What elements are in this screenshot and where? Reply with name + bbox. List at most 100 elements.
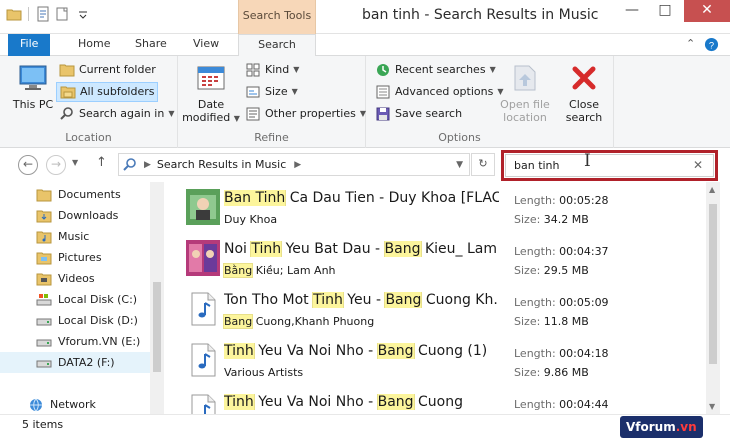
tab-share[interactable]: Share bbox=[121, 34, 181, 56]
tab-view[interactable]: View bbox=[179, 34, 233, 56]
advanced-options-label: Advanced options bbox=[395, 85, 494, 98]
result-row[interactable]: Ban Tinh Ca Dau Tien - Duy Khoa [FLAC Duy… bbox=[176, 182, 706, 233]
this-pc-button[interactable]: This PC bbox=[12, 62, 54, 111]
result-title-text: Cuong bbox=[413, 394, 463, 410]
scrollbar-thumb[interactable] bbox=[153, 282, 161, 372]
result-row[interactable]: Tinh Yeu Va Noi Nho - Bang Cuong (1) Vari… bbox=[176, 335, 706, 386]
recent-searches-button[interactable]: Recent searches ▼ bbox=[372, 60, 499, 80]
customize-qat-icon[interactable] bbox=[75, 6, 91, 22]
chevron-down-icon: ▼ bbox=[489, 65, 496, 74]
properties-icon[interactable] bbox=[35, 6, 51, 22]
location-group-label: Location bbox=[65, 131, 112, 144]
save-search-button[interactable]: Save search bbox=[372, 104, 465, 124]
result-size: Size: 29.5 MB bbox=[514, 264, 589, 277]
search-results-icon bbox=[123, 157, 136, 171]
quick-access-toolbar bbox=[6, 6, 91, 22]
size-button[interactable]: Size ▼ bbox=[242, 82, 301, 102]
open-file-location-button[interactable]: Open file location bbox=[498, 62, 552, 124]
result-artist: Bằng Kiều; Lam Anh bbox=[222, 263, 336, 278]
result-title-text: Yeu Bat Dau - bbox=[281, 241, 385, 257]
album-art-thumbnail bbox=[186, 240, 220, 276]
date-modified-button[interactable]: Date modified ▼ bbox=[182, 62, 240, 125]
result-row[interactable]: Noi Tinh Yeu Bat Dau - Bang Kieu_ Lam ..… bbox=[176, 233, 706, 284]
result-title[interactable]: Tinh Yeu Va Noi Nho - Bang Cuong (1) bbox=[224, 343, 499, 359]
result-size: Size: 11.8 MB bbox=[514, 315, 589, 328]
back-button[interactable]: ← bbox=[18, 155, 38, 175]
breadcrumb[interactable]: Search Results in Music bbox=[157, 158, 286, 171]
help-icon[interactable]: ? bbox=[704, 37, 719, 52]
nav-item-label: Videos bbox=[58, 272, 95, 285]
scroll-down-icon[interactable]: ▼ bbox=[709, 402, 715, 411]
nav-item-label: Local Disk (D:) bbox=[58, 314, 138, 327]
result-artist: Bang Cuong,Khanh Phuong bbox=[222, 314, 374, 329]
scrollbar-thumb[interactable] bbox=[709, 204, 717, 364]
search-tools-context-tab: Search Tools bbox=[238, 0, 316, 34]
tab-search[interactable]: Search bbox=[238, 34, 316, 57]
search-term-highlight: Bằng bbox=[222, 263, 254, 278]
length-value: 00:04:37 bbox=[559, 245, 609, 258]
nav-item-data2-f[interactable]: DATA2 (F:) bbox=[0, 352, 150, 373]
music-folder-icon bbox=[36, 231, 52, 243]
current-folder-label: Current folder bbox=[79, 63, 156, 76]
result-row[interactable]: Ton Tho Mot Tinh Yeu - Bang Cuong Kh... B… bbox=[176, 284, 706, 335]
nav-item-local-disk-c[interactable]: Local Disk (C:) bbox=[0, 289, 150, 310]
close-window-button[interactable]: ✕ bbox=[684, 0, 730, 22]
result-title-text: Cuong (1) bbox=[413, 343, 488, 359]
nav-item-label: DATA2 (F:) bbox=[58, 356, 115, 369]
all-subfolders-button[interactable]: All subfolders bbox=[56, 82, 159, 102]
results-scrollbar[interactable]: ▲ ▼ bbox=[706, 182, 720, 414]
kind-label: Kind bbox=[265, 63, 290, 76]
new-folder-icon[interactable] bbox=[55, 6, 71, 22]
tab-home[interactable]: Home bbox=[64, 34, 124, 56]
nav-item-pictures[interactable]: Pictures bbox=[0, 247, 150, 268]
address-dropdown-icon[interactable]: ▼ bbox=[456, 160, 463, 170]
nav-item-music[interactable]: Music bbox=[0, 226, 150, 247]
result-title[interactable]: Ban Tinh Ca Dau Tien - Duy Khoa [FLAC bbox=[224, 190, 499, 206]
tab-file[interactable]: File bbox=[8, 34, 51, 56]
minimize-button[interactable]: — bbox=[617, 0, 647, 22]
maximize-button[interactable]: □ bbox=[650, 0, 680, 22]
open-file-location-icon bbox=[514, 65, 536, 91]
qat-separator bbox=[28, 7, 29, 21]
chevron-down-icon: ▼ bbox=[233, 114, 240, 123]
advanced-options-button[interactable]: Advanced options ▼ bbox=[372, 82, 507, 102]
this-pc-label: This PC bbox=[12, 98, 54, 111]
clear-search-icon[interactable]: ✕ bbox=[693, 158, 703, 172]
recent-locations-icon[interactable]: ▼ bbox=[72, 158, 78, 167]
current-folder-button[interactable]: Current folder bbox=[56, 60, 159, 80]
forward-button[interactable]: → bbox=[46, 155, 66, 175]
nav-item-videos[interactable]: Videos bbox=[0, 268, 150, 289]
search-input[interactable]: ban tinh ✕ bbox=[505, 154, 714, 177]
recent-searches-icon bbox=[377, 64, 389, 76]
search-query[interactable]: ban tinh bbox=[514, 159, 560, 172]
search-term-highlight: Tinh bbox=[250, 241, 283, 257]
refresh-button[interactable]: ↻ bbox=[471, 153, 495, 176]
computer-icon bbox=[19, 65, 47, 90]
nav-item-documents[interactable]: Documents bbox=[0, 184, 150, 205]
result-title[interactable]: Ton Tho Mot Tinh Yeu - Bang Cuong Kh... bbox=[224, 292, 499, 308]
nav-item-network[interactable]: Network bbox=[0, 394, 150, 415]
other-properties-button[interactable]: Other properties ▼ bbox=[242, 104, 369, 124]
minimize-ribbon-icon[interactable]: ⌃ bbox=[686, 37, 695, 50]
text-cursor-icon: I bbox=[584, 151, 591, 171]
kind-button[interactable]: Kind ▼ bbox=[242, 60, 302, 80]
result-row[interactable]: Tinh Yeu Va Noi Nho - Bang Cuong Length: … bbox=[176, 386, 706, 414]
scroll-up-icon[interactable]: ▲ bbox=[709, 185, 715, 194]
up-arrow-icon[interactable]: ↑ bbox=[96, 155, 107, 170]
length-label: Length: bbox=[514, 194, 560, 207]
nav-item-downloads[interactable]: Downloads bbox=[0, 205, 150, 226]
address-bar[interactable]: ▶ Search Results in Music ▶ ▼ bbox=[118, 153, 470, 176]
length-label: Length: bbox=[514, 347, 560, 360]
chevron-down-icon: ▼ bbox=[293, 65, 300, 74]
nav-item-local-disk-d[interactable]: Local Disk (D:) bbox=[0, 310, 150, 331]
breadcrumb-chevron-icon[interactable]: ▶ bbox=[144, 160, 151, 170]
breadcrumb-chevron-icon[interactable]: ▶ bbox=[294, 160, 301, 170]
result-title[interactable]: Noi Tinh Yeu Bat Dau - Bang Kieu_ Lam ..… bbox=[224, 241, 499, 257]
navigation-scrollbar[interactable] bbox=[150, 182, 164, 414]
close-search-button[interactable]: Close search bbox=[560, 62, 608, 124]
folder-icon[interactable] bbox=[6, 6, 22, 22]
nav-item-vforum-e[interactable]: Vforum.VN (E:) bbox=[0, 331, 150, 352]
search-again-in-button[interactable]: Search again in ▼ bbox=[56, 104, 177, 124]
result-title[interactable]: Tinh Yeu Va Noi Nho - Bang Cuong bbox=[224, 394, 499, 410]
result-artist: Duy Khoa bbox=[224, 213, 277, 226]
